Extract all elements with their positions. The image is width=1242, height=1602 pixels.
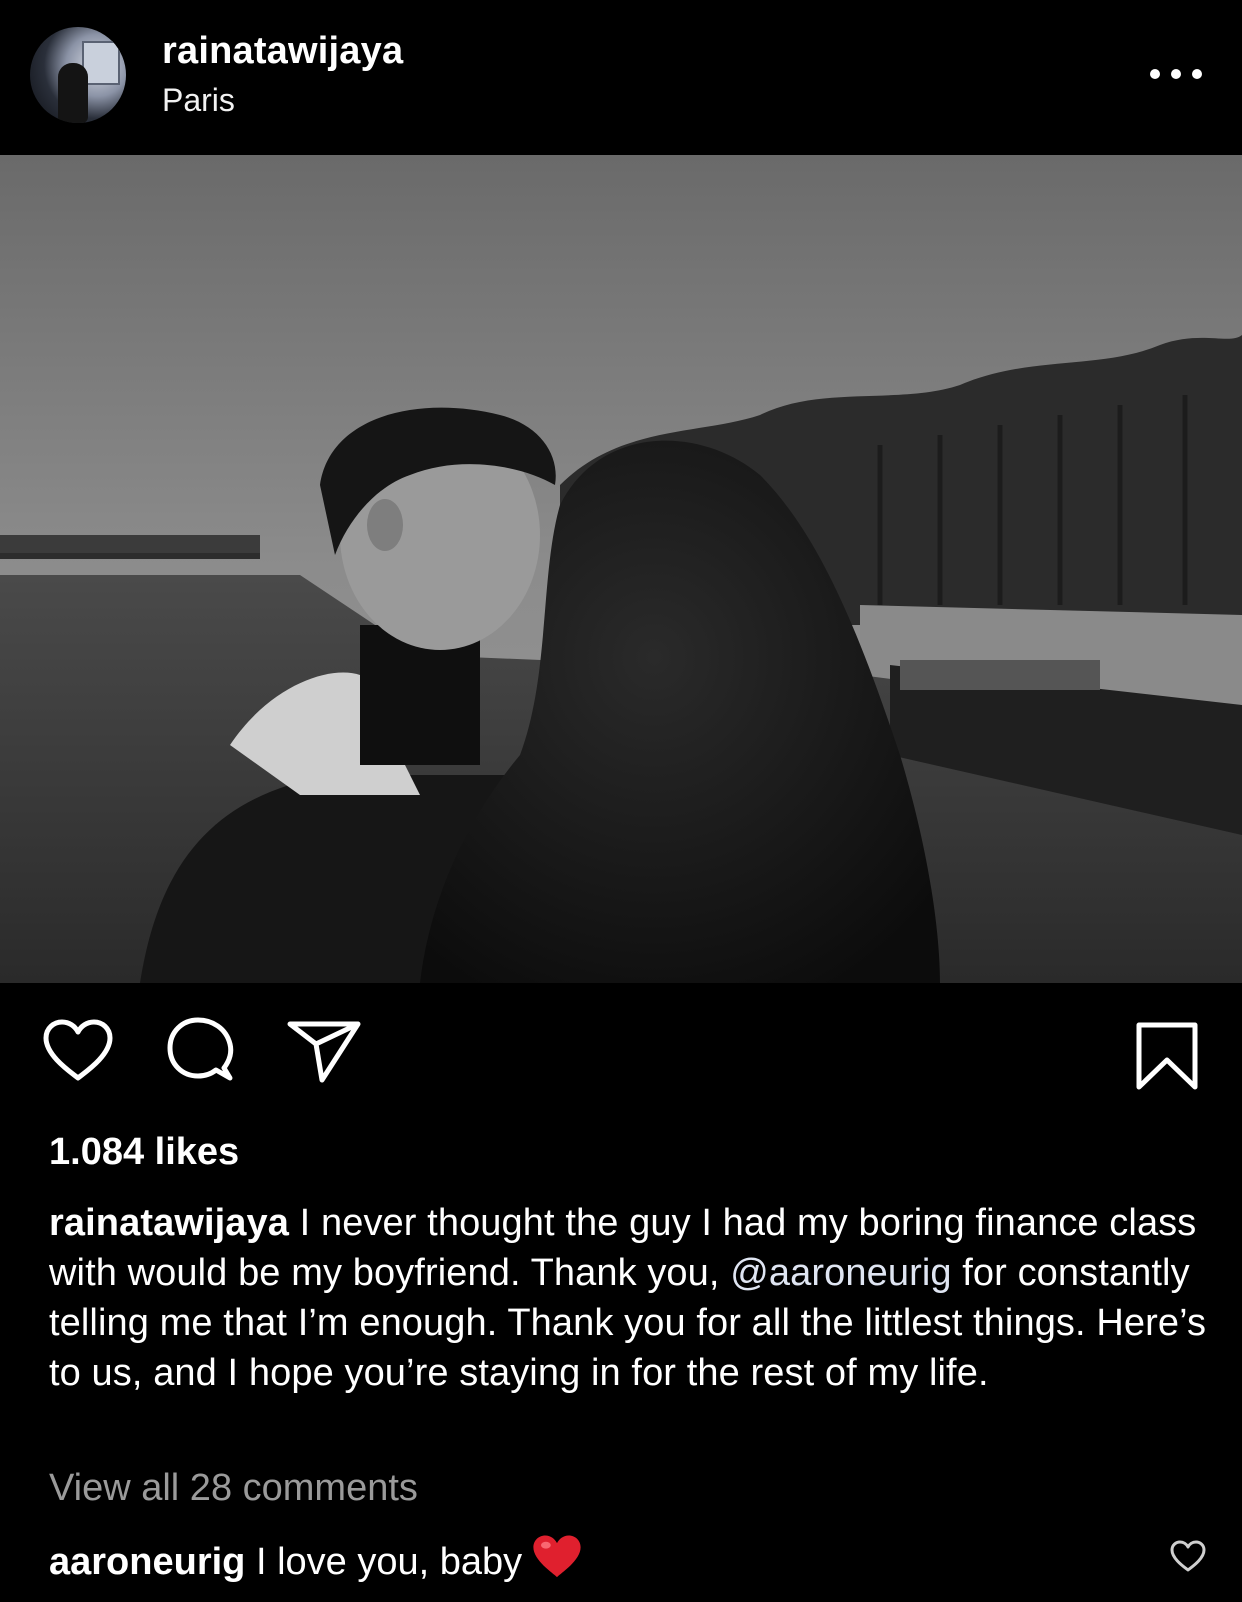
likes-count[interactable]: 1.084 likes xyxy=(49,1131,239,1174)
post-photo[interactable] xyxy=(0,155,1242,983)
comment-row: aaroneurig I love you, baby xyxy=(49,1534,582,1584)
post-caption: rainatawijaya I never thought the guy I … xyxy=(49,1198,1209,1398)
profile-avatar[interactable] xyxy=(30,27,126,123)
caption-mention[interactable]: @aaroneurig xyxy=(730,1252,951,1294)
caption-username[interactable]: rainatawijaya xyxy=(49,1202,289,1244)
post-username[interactable]: rainatawijaya xyxy=(162,30,403,73)
comment-username[interactable]: aaroneurig xyxy=(49,1541,245,1583)
comment-bubble-icon[interactable] xyxy=(164,1016,236,1086)
avatar-figure xyxy=(58,63,88,123)
paper-plane-icon[interactable] xyxy=(286,1018,362,1084)
heart-outline-icon[interactable] xyxy=(42,1018,114,1084)
red-heart-emoji-icon xyxy=(533,1535,581,1578)
post-header: rainatawijaya Paris xyxy=(0,0,1242,155)
more-horizontal-icon[interactable] xyxy=(1150,64,1206,86)
post-action-bar xyxy=(0,1010,1242,1100)
heart-outline-small-icon[interactable] xyxy=(1170,1540,1206,1573)
bookmark-outline-icon[interactable] xyxy=(1134,1020,1200,1092)
post-location[interactable]: Paris xyxy=(162,82,235,119)
view-all-comments-link[interactable]: View all 28 comments xyxy=(49,1467,418,1510)
comment-text: I love you, baby xyxy=(245,1541,523,1583)
